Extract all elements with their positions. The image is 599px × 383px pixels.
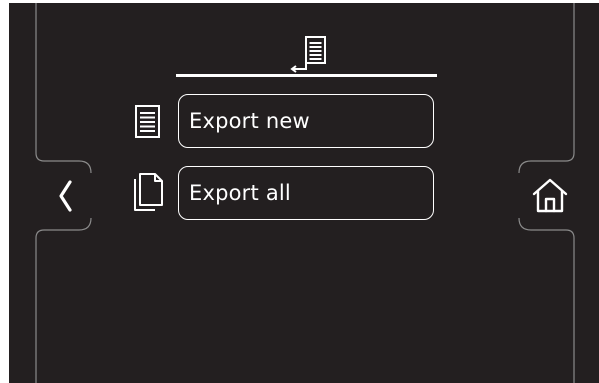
export-all-button[interactable]: Export all [178, 166, 434, 220]
documents-stack-icon [134, 173, 163, 211]
device-screen: Export new Export all [9, 3, 599, 383]
chevron-left-icon [59, 180, 72, 212]
home-icon [532, 178, 568, 213]
export-new-button[interactable]: Export new [178, 94, 434, 148]
export-new-label: Export new [189, 109, 310, 133]
header-divider [176, 74, 437, 77]
export-document-icon [290, 36, 326, 73]
home-button[interactable] [521, 163, 579, 229]
document-lines-icon [135, 105, 160, 138]
back-button[interactable] [39, 163, 95, 229]
export-all-label: Export all [189, 181, 291, 205]
